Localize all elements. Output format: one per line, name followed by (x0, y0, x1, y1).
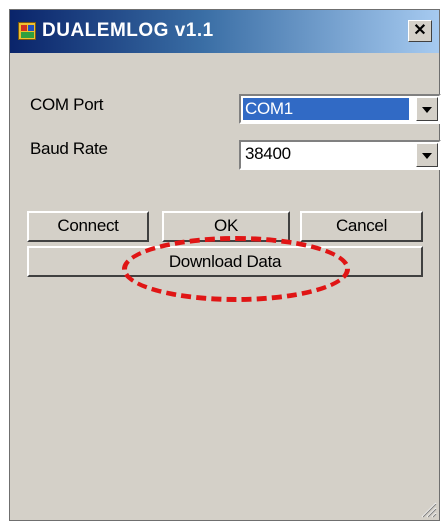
com-port-value: COM1 (243, 98, 409, 120)
resize-grip-icon[interactable] (419, 500, 437, 518)
highlight-annotation (122, 236, 350, 302)
cancel-button[interactable]: Cancel (300, 211, 423, 242)
app-icon (18, 22, 36, 40)
com-port-label: COM Port (30, 95, 104, 114)
baud-rate-label: Baud Rate (30, 139, 108, 158)
connect-button[interactable]: Connect (27, 211, 149, 242)
baud-rate-select[interactable]: 38400 (239, 140, 441, 170)
baud-rate-value: 38400 (245, 144, 291, 163)
window-title: DUALEMLOG v1.1 (42, 20, 214, 41)
title-bar[interactable]: DUALEMLOG v1.1 ✕ (10, 10, 439, 53)
chevron-down-icon[interactable] (416, 143, 438, 167)
close-icon[interactable]: ✕ (408, 20, 432, 42)
chevron-down-icon[interactable] (416, 97, 438, 121)
com-port-select[interactable]: COM1 (239, 94, 441, 124)
